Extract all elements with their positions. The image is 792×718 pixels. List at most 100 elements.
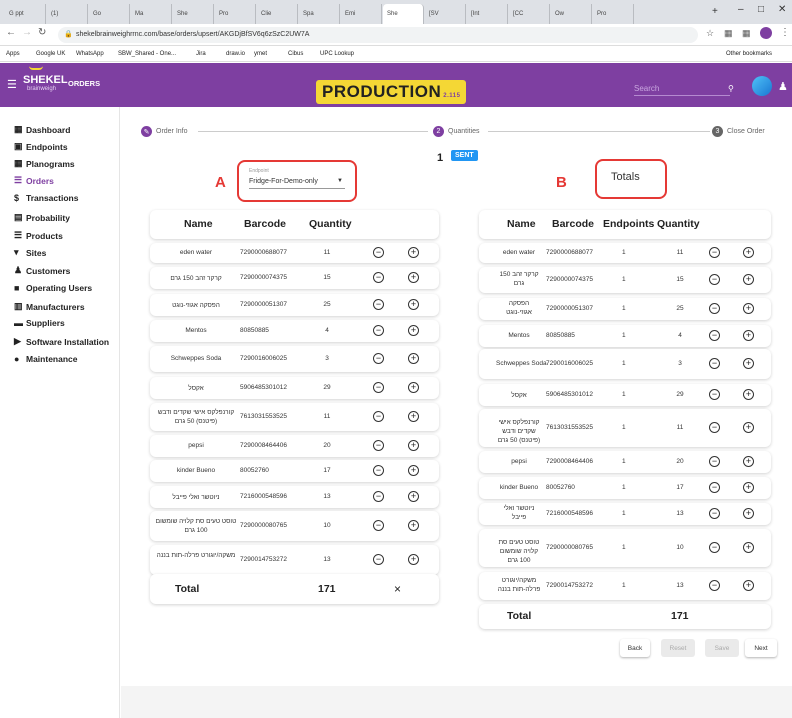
browser-tab[interactable]: Ma [131,4,172,24]
decrement-button[interactable]: − [373,325,384,336]
bookmark-item[interactable]: SBW_Shared - One... [118,51,176,57]
browser-tab[interactable]: Clie [257,4,298,24]
extension-icon[interactable]: ▦ [724,28,733,39]
close-window-icon[interactable]: ✕ [778,4,786,15]
reset-button[interactable]: Reset [661,639,695,657]
sidebar-item-products[interactable]: ☰ Products [14,230,63,241]
browser-tab[interactable]: [SV [425,4,466,24]
forward-arrow-icon[interactable]: → [22,27,32,38]
address-bar[interactable]: shekelbrainweighrrnc.com/base/orders/ups… [58,27,698,43]
decrement-button[interactable]: − [709,456,720,467]
increment-button[interactable]: + [743,580,754,591]
increment-button[interactable]: + [408,491,419,502]
hamburger-menu-icon[interactable]: ☰ [7,78,17,91]
increment-button[interactable]: + [408,382,419,393]
increment-button[interactable]: + [408,353,419,364]
extension-icon-2[interactable]: ▦ [742,28,751,39]
decrement-button[interactable]: − [709,389,720,400]
sidebar-item-probability[interactable]: ▤ Probability [14,212,70,223]
bookmark-item[interactable]: UPC Lookup [320,51,354,57]
sidebar-item-endpoints[interactable]: ▣ Endpoints [14,141,68,152]
increment-button[interactable]: + [408,299,419,310]
increment-button[interactable]: + [743,274,754,285]
increment-button[interactable]: + [743,358,754,369]
browser-tab[interactable]: She [173,4,214,24]
search-input[interactable]: Search [634,84,730,96]
sidebar-item-suppliers[interactable]: ▬ Suppliers [14,318,65,328]
sidebar-item-transactions[interactable]: $ Transactions [14,193,78,203]
bookmark-item[interactable]: Cibus [288,51,303,57]
browser-tab[interactable]: (1) [47,4,88,24]
decrement-button[interactable]: − [373,382,384,393]
browser-tab[interactable]: Pro [593,4,634,24]
brand-avatar-icon[interactable] [752,76,772,96]
decrement-button[interactable]: − [709,303,720,314]
new-tab-icon[interactable]: + [712,6,718,17]
browser-menu-icon[interactable]: ⋮ [780,27,790,38]
step-quantities[interactable]: 2 Quantities [433,126,480,137]
step-close-order[interactable]: 3 Close Order [712,126,765,137]
increment-button[interactable]: + [408,247,419,258]
search-icon[interactable]: ⚲ [728,84,734,93]
reload-icon[interactable]: ↻ [38,27,46,38]
increment-button[interactable]: + [408,440,419,451]
increment-button[interactable]: + [408,411,419,422]
bookmark-item[interactable]: ymet [254,51,267,57]
star-icon[interactable]: ☆ [706,28,714,39]
decrement-button[interactable]: − [373,353,384,364]
browser-tab[interactable]: Go [89,4,130,24]
sidebar-item-manufacturers[interactable]: ▥ Manufacturers [14,301,85,312]
decrement-button[interactable]: − [373,440,384,451]
decrement-button[interactable]: − [373,299,384,310]
decrement-button[interactable]: − [373,247,384,258]
decrement-button[interactable]: − [373,491,384,502]
sidebar-item-customers[interactable]: ♟ Customers [14,265,70,276]
increment-button[interactable]: + [408,554,419,565]
clear-button[interactable]: × [394,582,401,596]
sidebar-item-software-installation[interactable]: ▶ Software Installation [14,336,109,347]
back-arrow-icon[interactable]: ← [6,27,16,38]
sidebar-item-orders[interactable]: ☰ Orders [14,175,54,186]
save-button[interactable]: Save [705,639,739,657]
decrement-button[interactable]: − [709,542,720,553]
increment-button[interactable]: + [743,247,754,258]
bookmark-item[interactable]: draw.io [226,51,245,57]
maximize-icon[interactable]: □ [758,4,764,15]
endpoint-select[interactable]: Fridge-For-Demo-only ▼ [249,178,345,189]
increment-button[interactable]: + [743,389,754,400]
decrement-button[interactable]: − [709,330,720,341]
user-icon[interactable]: ♟ [778,80,788,93]
bookmark-item[interactable]: Google UK [36,51,65,57]
other-bookmarks[interactable]: Other bookmarks [726,51,772,57]
browser-tab[interactable]: [CC [509,4,550,24]
increment-button[interactable]: + [408,325,419,336]
decrement-button[interactable]: − [373,554,384,565]
decrement-button[interactable]: − [709,422,720,433]
increment-button[interactable]: + [408,272,419,283]
increment-button[interactable]: + [743,542,754,553]
decrement-button[interactable]: − [709,482,720,493]
decrement-button[interactable]: − [709,274,720,285]
browser-tab[interactable]: Pro [215,4,256,24]
bookmark-item[interactable]: Apps [6,51,20,57]
browser-tab[interactable]: Emi [341,4,382,24]
browser-tab[interactable]: She [383,4,424,24]
decrement-button[interactable]: − [709,358,720,369]
decrement-button[interactable]: − [373,465,384,476]
increment-button[interactable]: + [408,465,419,476]
decrement-button[interactable]: − [373,520,384,531]
sidebar-item-sites[interactable]: ▾ Sites [14,247,46,258]
increment-button[interactable]: + [743,482,754,493]
decrement-button[interactable]: − [709,508,720,519]
bookmark-item[interactable]: WhatsApp [76,51,104,57]
decrement-button[interactable]: − [709,580,720,591]
back-button[interactable]: Back [620,639,650,657]
sidebar-item-operating-users[interactable]: ■ Operating Users [14,283,92,293]
increment-button[interactable]: + [743,422,754,433]
decrement-button[interactable]: − [373,272,384,283]
browser-tab[interactable]: Ow [551,4,592,24]
step-order-info[interactable]: ✎ Order Info [141,126,188,137]
decrement-button[interactable]: − [373,411,384,422]
increment-button[interactable]: + [743,303,754,314]
browser-tab[interactable]: [Int [467,4,508,24]
